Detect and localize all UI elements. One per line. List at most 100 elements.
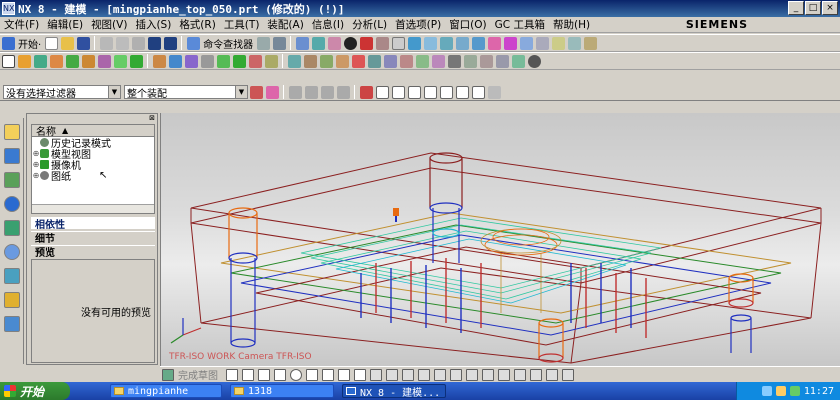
constraint-navigator-icon[interactable] [4, 148, 20, 164]
offset-curve-icon[interactable] [386, 368, 398, 381]
snap-existing-icon[interactable] [471, 85, 485, 99]
selection-filter-dropdown[interactable]: 没有选择过滤器 ▼ [3, 85, 121, 100]
taskbar-item-nx[interactable]: NX 8 - 建模... [342, 384, 446, 399]
redo-icon[interactable] [163, 36, 177, 50]
surface-icon[interactable] [431, 54, 445, 68]
open-file-icon[interactable] [60, 36, 74, 50]
show-constraints-icon[interactable] [530, 368, 542, 381]
details-section-header[interactable]: 细节 [31, 231, 155, 245]
menu-window[interactable]: 窗口(O) [445, 17, 490, 32]
paste-icon[interactable] [131, 36, 145, 50]
sketch-icon[interactable] [1, 54, 15, 68]
menu-preferences[interactable]: 首选项(P) [391, 17, 445, 32]
show-icon[interactable] [471, 36, 485, 50]
line-icon[interactable] [258, 368, 270, 381]
circle-icon[interactable] [290, 368, 302, 381]
command-finder-button[interactable]: 命令查找器 [203, 36, 253, 51]
synchronous-icon[interactable] [447, 54, 461, 68]
edit-icon[interactable] [487, 36, 501, 50]
menu-assembly[interactable]: 装配(A) [263, 17, 307, 32]
chamfer-icon[interactable] [232, 54, 246, 68]
new-file-icon[interactable] [44, 36, 58, 50]
hide-icon[interactable] [455, 36, 469, 50]
orient-icon[interactable] [535, 36, 549, 50]
snap-perpendicular-icon[interactable] [455, 85, 469, 99]
point-icon[interactable] [399, 54, 413, 68]
pocket-icon[interactable] [81, 54, 95, 68]
expand-plus-icon[interactable]: ⊕ [32, 149, 40, 158]
snap-icon[interactable] [551, 36, 565, 50]
preview-section-header[interactable]: 预览 [31, 245, 155, 259]
pad-icon[interactable] [97, 54, 111, 68]
hole-icon[interactable] [49, 54, 63, 68]
wireframe-icon[interactable] [359, 36, 373, 50]
copy-icon[interactable] [115, 36, 129, 50]
snap-intersection-icon[interactable] [439, 85, 453, 99]
select-all-icon[interactable] [265, 85, 279, 99]
eye-icon[interactable] [527, 54, 541, 68]
menu-analysis[interactable]: 分析(L) [348, 17, 391, 32]
menu-edit[interactable]: 编辑(E) [43, 17, 87, 32]
finish-sketch-label[interactable]: 完成草图 [178, 367, 218, 382]
snap-tangent-icon[interactable] [423, 85, 437, 99]
extend-curve-icon[interactable] [450, 368, 462, 381]
menu-help[interactable]: 帮助(H) [549, 17, 594, 32]
delete-face-icon[interactable] [479, 54, 493, 68]
rectangle-icon[interactable] [322, 368, 334, 381]
trim-icon[interactable] [200, 54, 214, 68]
extrude-icon[interactable] [17, 54, 31, 68]
revolve-icon[interactable] [33, 54, 47, 68]
process-studio-icon[interactable] [4, 292, 20, 308]
pin-icon[interactable]: ⊠ [149, 114, 155, 123]
resize-icon[interactable] [495, 54, 509, 68]
intersect-icon[interactable] [184, 54, 198, 68]
undo-icon[interactable] [147, 36, 161, 50]
pattern-curve-icon[interactable] [402, 368, 414, 381]
shaded-icon[interactable] [343, 36, 357, 50]
slot-icon[interactable] [113, 54, 127, 68]
measure-icon[interactable] [272, 36, 286, 50]
blend-icon[interactable] [216, 54, 230, 68]
finish-sketch-icon[interactable] [162, 368, 174, 381]
wcs-icon[interactable] [583, 36, 597, 50]
section-icon[interactable] [423, 36, 437, 50]
snap-quadrant-icon[interactable] [336, 85, 350, 99]
dimension-icon[interactable] [498, 368, 510, 381]
analysis-icon[interactable] [511, 54, 525, 68]
relations-icon[interactable] [562, 368, 574, 381]
close-button[interactable]: × [822, 1, 838, 15]
minimize-button[interactable]: _ [788, 1, 804, 15]
move-icon[interactable] [367, 54, 381, 68]
menu-view[interactable]: 视图(V) [87, 17, 131, 32]
menu-gc-toolbox[interactable]: GC 工具箱 [491, 17, 549, 32]
mirror-curve-icon[interactable] [418, 368, 430, 381]
taskbar-item-1318[interactable]: 1318 [230, 384, 334, 398]
thicken-icon[interactable] [335, 54, 349, 68]
cut-icon[interactable] [99, 36, 113, 50]
fit-view-icon[interactable] [295, 36, 309, 50]
snap-point-icon[interactable] [359, 85, 373, 99]
filter-settings-icon[interactable] [249, 85, 263, 99]
offset-icon[interactable] [319, 54, 333, 68]
scale-icon[interactable] [351, 54, 365, 68]
horizontal-scrollbar[interactable] [32, 204, 154, 213]
groove-icon[interactable] [129, 54, 143, 68]
constraint-icon[interactable] [482, 368, 494, 381]
grid-icon[interactable] [567, 36, 581, 50]
fillet-icon[interactable] [306, 368, 318, 381]
replace-face-icon[interactable] [463, 54, 477, 68]
geometric-constraint-icon[interactable] [514, 368, 526, 381]
maximize-button[interactable]: □ [805, 1, 821, 15]
clock[interactable]: 11:27 [804, 386, 834, 397]
system-materials-icon[interactable] [4, 268, 20, 284]
selection-scope-dropdown[interactable]: 整个装配 ▼ [124, 85, 248, 100]
point-tool-icon[interactable] [370, 368, 382, 381]
zoom-icon[interactable] [327, 36, 341, 50]
menu-tools[interactable]: 工具(T) [220, 17, 264, 32]
boss-icon[interactable] [65, 54, 79, 68]
corner-icon[interactable] [466, 368, 478, 381]
snap-mid-icon[interactable] [304, 85, 318, 99]
snap-end-icon[interactable] [288, 85, 302, 99]
select-icon[interactable] [256, 36, 270, 50]
part-navigator-icon[interactable] [4, 172, 20, 188]
